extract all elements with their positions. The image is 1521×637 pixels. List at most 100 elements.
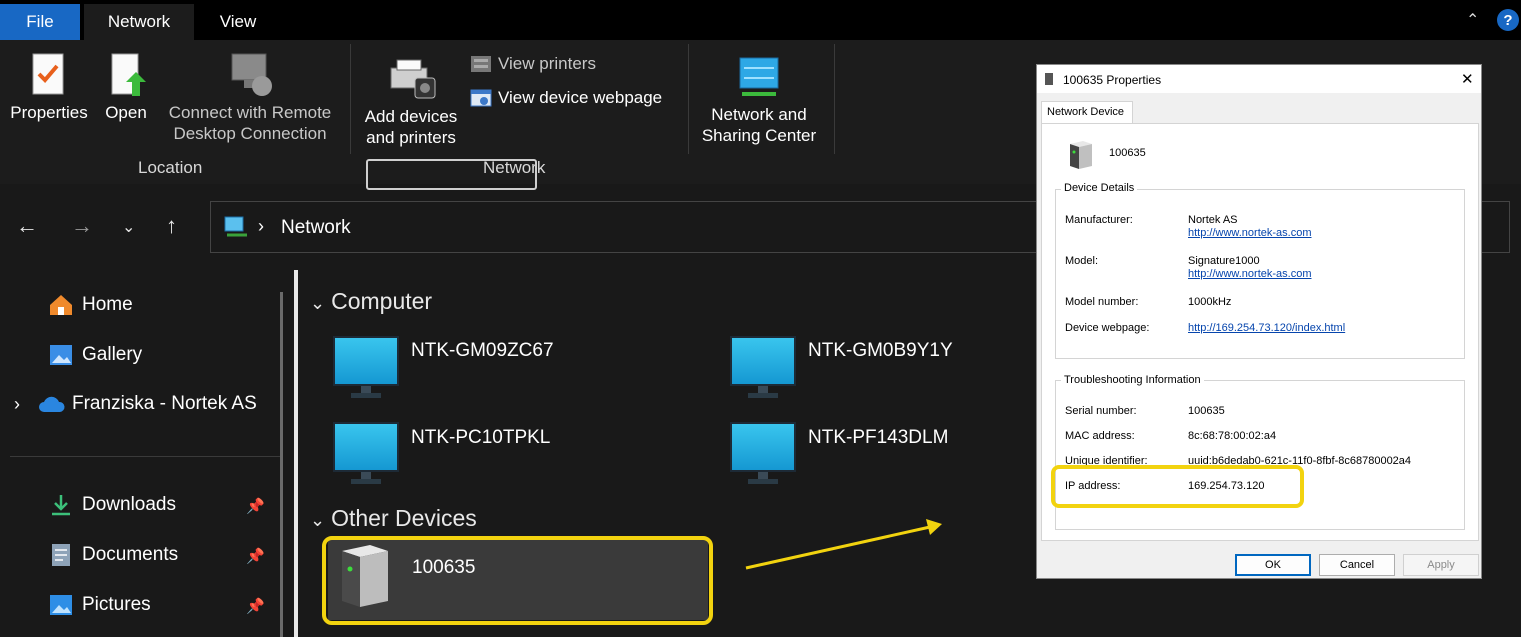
troubleshooting-title: Troubleshooting Information [1061, 374, 1204, 386]
help-icon[interactable]: ? [1497, 9, 1519, 31]
group-label-computer: Computer [331, 288, 433, 314]
connect-label-line2: Desktop Connection [173, 124, 327, 143]
computer-icon[interactable] [333, 422, 399, 484]
computer-item-label[interactable]: NTK-PF143DLM [808, 427, 948, 449]
connect-remote-desktop-button[interactable]: Connect with Remote Desktop Connection [160, 52, 340, 144]
sidebar-item-gallery[interactable]: Gallery [48, 343, 142, 367]
computer-icon[interactable] [730, 422, 796, 484]
dialog-title: 100635 Properties [1063, 73, 1162, 87]
model-number-value: 1000kHz [1188, 296, 1232, 308]
connect-label-line1: Connect with Remote [168, 103, 332, 122]
group-label-other-devices: Other Devices [331, 505, 477, 531]
properties-label: Properties [10, 103, 88, 122]
open-button[interactable]: Open [98, 52, 154, 123]
focus-rectangle [366, 159, 537, 190]
ribbon-divider [350, 44, 351, 154]
ribbon-divider [834, 44, 835, 154]
model-label: Model: [1065, 255, 1099, 267]
manufacturer-label: Manufacturer: [1065, 214, 1133, 226]
apply-button[interactable]: Apply [1403, 554, 1479, 576]
forward-arrow-icon[interactable]: → [71, 213, 93, 239]
view-printers-button[interactable]: View printers [470, 53, 596, 75]
cancel-button[interactable]: Cancel [1319, 554, 1395, 576]
breadcrumb-network[interactable]: Network [281, 217, 351, 239]
sidebar-scrollbar[interactable] [280, 292, 283, 637]
tab-file[interactable]: File [0, 4, 80, 40]
pane-splitter[interactable] [294, 270, 298, 637]
add-devices-button[interactable]: Add devices and printers [356, 56, 466, 148]
collapse-chevron-icon: ⌄ [310, 510, 326, 530]
mac-label: MAC address: [1065, 430, 1135, 442]
sidebar-item-home[interactable]: Home [48, 293, 133, 317]
computer-item-label[interactable]: NTK-GM0B9Y1Y [808, 340, 953, 362]
ribbon-tab-bar: File Network View ⌃ ? [0, 0, 1521, 40]
highlight-box-device [322, 536, 713, 625]
computer-item-label[interactable]: NTK-PC10TPKL [411, 427, 550, 449]
dialog-device-name: 100635 [1109, 147, 1146, 159]
sidebar-label-documents: Documents [82, 544, 179, 565]
add-devices-label-line2: and printers [366, 128, 456, 147]
explorer-window: File Network View ⌃ ? Properties Open Co… [0, 0, 1521, 637]
network-sharing-center-button[interactable]: Network and Sharing Center [692, 54, 826, 146]
view-printers-label: View printers [498, 54, 596, 73]
sidebar-item-documents[interactable]: Documents [48, 543, 178, 567]
serial-label: Serial number: [1065, 405, 1137, 417]
view-printers-icon [471, 56, 491, 72]
mac-value: 8c:68:78:00:02:a4 [1188, 430, 1277, 442]
properties-button[interactable]: Properties [4, 52, 94, 123]
dialog-close-icon[interactable]: ✕ [1461, 70, 1474, 88]
group-header-computer[interactable]: ⌄ Computer [310, 288, 432, 315]
network-sharing-label-line1: Network and [711, 105, 807, 124]
tab-network[interactable]: Network [84, 4, 194, 40]
group-header-other-devices[interactable]: ⌄ Other Devices [310, 505, 477, 532]
sidebar-label-downloads: Downloads [82, 494, 176, 515]
network-sharing-icon [739, 57, 779, 96]
collapse-ribbon-icon[interactable]: ⌃ [1466, 10, 1479, 30]
sidebar-label-onedrive: Franziska - Nortek AS [72, 393, 257, 414]
pin-icon[interactable]: 📌 [246, 597, 265, 615]
home-icon [50, 295, 72, 315]
remote-desktop-icon [231, 53, 272, 96]
sidebar-label-pictures: Pictures [82, 594, 151, 615]
computer-icon[interactable] [333, 336, 399, 398]
device-webpage-label: Device webpage: [1065, 322, 1150, 334]
view-device-webpage-label: View device webpage [498, 88, 663, 107]
add-devices-label-line1: Add devices [364, 107, 458, 126]
manufacturer-link[interactable]: http://www.nortek-as.com [1188, 227, 1312, 239]
up-arrow-icon[interactable]: ↑ [166, 213, 177, 239]
tab-view[interactable]: View [200, 4, 276, 40]
highlight-box-ip [1051, 465, 1304, 508]
printer-icon [390, 59, 436, 99]
pin-icon[interactable]: 📌 [246, 497, 265, 515]
documents-icon [52, 544, 70, 566]
device-webpage-link[interactable]: http://169.254.73.120/index.html [1188, 322, 1345, 334]
view-device-webpage-button[interactable]: View device webpage [470, 87, 662, 109]
breadcrumb-separator-icon: › [258, 216, 264, 236]
collapse-chevron-icon: ⌄ [310, 293, 326, 313]
sidebar-item-downloads[interactable]: Downloads [48, 493, 176, 517]
sidebar-item-onedrive[interactable]: › Franziska - Nortek AS [14, 393, 257, 415]
back-arrow-icon[interactable]: ← [16, 213, 38, 239]
properties-icon [32, 53, 64, 95]
sidebar-label-home: Home [82, 294, 133, 315]
model-link[interactable]: http://www.nortek-as.com [1188, 268, 1312, 280]
sidebar-item-pictures[interactable]: Pictures [48, 593, 151, 617]
pin-icon[interactable]: 📌 [246, 547, 265, 565]
open-label: Open [105, 103, 147, 122]
expand-chevron-icon[interactable]: › [14, 394, 20, 415]
gallery-icon [50, 345, 72, 365]
model-value: Signature1000 [1188, 255, 1260, 267]
serial-value: 100635 [1188, 405, 1225, 417]
ok-button[interactable]: OK [1235, 554, 1311, 576]
network-folder-icon [224, 216, 247, 237]
computer-item-label[interactable]: NTK-GM09ZC67 [411, 340, 554, 362]
annotation-arrow [745, 519, 942, 570]
group-label-location: Location [138, 158, 203, 177]
dialog-device-large-icon [1070, 141, 1092, 169]
dialog-tab-label: Network Device [1047, 106, 1125, 118]
view-webpage-icon [470, 89, 492, 107]
computer-icon[interactable] [730, 336, 796, 398]
sidebar-label-gallery: Gallery [82, 344, 143, 365]
recent-locations-chevron-icon[interactable]: ⌄ [122, 217, 135, 237]
ribbon-divider [688, 44, 689, 154]
